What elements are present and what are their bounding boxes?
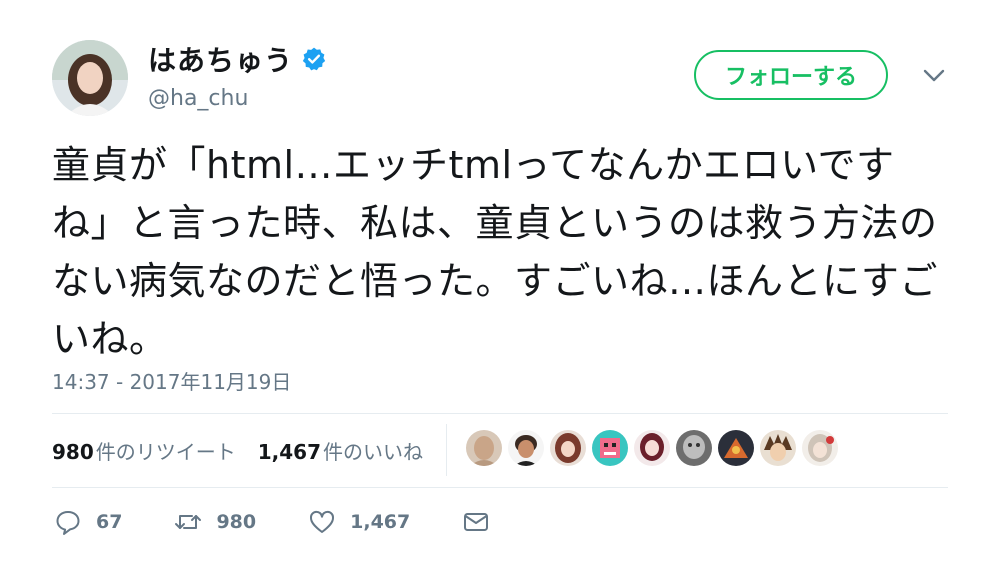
avatar-image xyxy=(52,40,128,116)
stats-separator xyxy=(446,424,447,476)
likes-stat-label: 件のいいね xyxy=(323,439,424,464)
liker-avatar[interactable] xyxy=(634,430,670,466)
liker-avatar[interactable] xyxy=(718,430,754,466)
liker-avatar[interactable] xyxy=(592,430,628,466)
liker-avatar[interactable] xyxy=(760,430,796,466)
reply-button[interactable]: 67 xyxy=(54,508,122,536)
tweet-timestamp[interactable]: 14:37 - 2017年11月19日 xyxy=(52,366,291,395)
tweet-text: 童貞が「html…エッチtmlってなんかエロいですね」と言った時、私は、童貞とい… xyxy=(52,143,938,361)
author-avatar[interactable] xyxy=(52,40,128,116)
tweet-actions: 67 980 1,467 xyxy=(54,508,542,536)
author-display-name[interactable]: はあちゅう xyxy=(148,39,293,79)
envelope-icon xyxy=(464,513,489,531)
retweet-button[interactable]: 980 xyxy=(174,508,256,536)
liker-avatars xyxy=(466,430,838,466)
liker-avatar[interactable] xyxy=(550,430,586,466)
author-name-row[interactable]: はあちゅう xyxy=(148,40,327,78)
reply-icon xyxy=(56,511,80,535)
retweets-stat-label: 件のリツイート xyxy=(95,439,236,464)
divider-top xyxy=(52,413,948,414)
like-button[interactable]: 1,467 xyxy=(308,508,410,536)
heart-icon xyxy=(310,510,335,533)
divider-bottom xyxy=(52,487,948,488)
liker-avatar[interactable] xyxy=(802,430,838,466)
retweet-icon xyxy=(175,515,202,529)
verified-badge-icon xyxy=(302,47,326,71)
like-count: 1,467 xyxy=(350,511,411,533)
liker-avatar[interactable] xyxy=(676,430,712,466)
direct-message-button[interactable] xyxy=(462,508,490,536)
engagement-stats: 980 件のリツイート 1,467 件のいいね xyxy=(52,430,445,470)
author-handle[interactable]: @ha_chu xyxy=(148,86,248,111)
retweets-stat[interactable]: 980 件のリツイート xyxy=(52,436,236,465)
follow-button[interactable]: フォローする xyxy=(694,50,888,100)
liker-avatar[interactable] xyxy=(508,430,544,466)
likes-stat[interactable]: 1,467 件のいいね xyxy=(258,436,423,465)
reply-count: 67 xyxy=(96,511,123,533)
liker-avatar[interactable] xyxy=(466,430,502,466)
chevron-down-icon[interactable] xyxy=(922,68,946,84)
retweet-count: 980 xyxy=(216,511,257,533)
retweets-stat-count: 980 xyxy=(52,439,94,464)
likes-stat-count: 1,467 xyxy=(257,439,322,464)
